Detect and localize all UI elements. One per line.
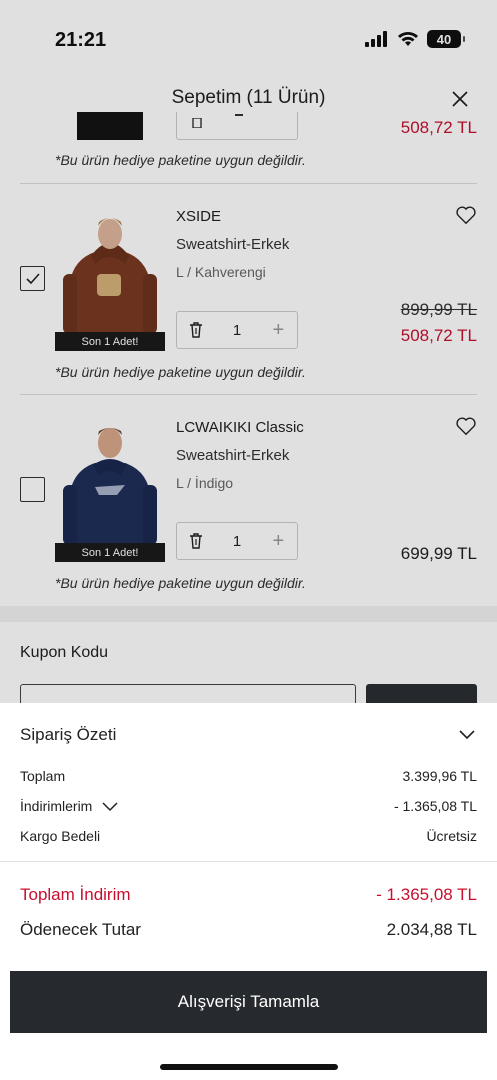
cart-item-list[interactable]: 508,72 TL *Bu ürün hediye paketine uygun… xyxy=(0,112,497,606)
trash-icon[interactable] xyxy=(177,322,214,338)
summary-title[interactable]: Sipariş Özeti xyxy=(20,725,116,745)
increase-quantity-button[interactable]: + xyxy=(260,319,297,342)
coupon-section: Kupon Kodu xyxy=(0,622,497,714)
item-checkbox[interactable] xyxy=(20,477,45,502)
increase-quantity-button[interactable]: + xyxy=(260,530,297,553)
shipping-label: Kargo Bedeli xyxy=(20,828,101,844)
item-price: 699,99 TL xyxy=(400,544,477,563)
order-summary-sheet: Sipariş Özeti Toplam 3.399,96 TL İndirim… xyxy=(0,703,497,1080)
quantity-value: 1 xyxy=(232,321,242,339)
total-value: 3.399,96 TL xyxy=(402,768,477,784)
divider xyxy=(20,394,477,395)
wifi-icon xyxy=(398,32,418,46)
gift-note: *Bu ürün hediye paketine uygun değildir. xyxy=(55,152,306,168)
cart-panel: 21:21 40 Sepetim (11 Ürün) 508,72 TL *Bu… xyxy=(0,0,497,714)
chevron-down-icon[interactable] xyxy=(457,725,477,745)
item-checkbox[interactable] xyxy=(20,266,45,291)
favorite-heart-icon[interactable] xyxy=(455,204,477,226)
payable-value: 2.034,88 TL xyxy=(386,920,477,939)
product-brand[interactable]: LCWAIKIKI Classic xyxy=(176,419,304,436)
status-icons: 40 xyxy=(365,30,465,48)
total-label: Toplam xyxy=(20,768,66,784)
coupon-label: Kupon Kodu xyxy=(20,644,109,661)
product-brand[interactable]: XSIDE xyxy=(176,208,221,225)
discounts-value: - 1.365,08 TL xyxy=(393,798,477,814)
shipping-value: Ücretsiz xyxy=(426,828,477,844)
trash-icon[interactable] xyxy=(190,118,204,128)
discounts-label: İndirimlerim xyxy=(20,798,93,814)
close-icon[interactable] xyxy=(447,86,473,112)
total-discount-label: Toplam İndirim xyxy=(20,885,131,904)
quantity-stepper: 1 + xyxy=(176,311,298,349)
product-image[interactable]: Son 1 Adet! xyxy=(55,415,165,562)
trash-icon[interactable] xyxy=(177,533,214,549)
battery-icon: 40 xyxy=(427,30,465,48)
stock-badge: Son 1 Adet! xyxy=(55,543,165,562)
chevron-down-icon xyxy=(102,802,118,812)
gift-note: *Bu ürün hediye paketine uygun değildir. xyxy=(55,575,306,591)
item-new-price: 508,72 TL xyxy=(400,118,477,137)
battery-level: 40 xyxy=(436,31,452,47)
complete-purchase-button[interactable]: Alışverişi Tamamla xyxy=(10,971,487,1033)
cart-item: Son 1 Adet! LCWAIKIKI Classic Sweatshirt… xyxy=(0,415,497,606)
item-new-price: 508,72 TL xyxy=(400,326,477,345)
quantity-value: 1 xyxy=(232,532,242,550)
quantity-stepper: 1 + xyxy=(176,522,298,560)
total-discount-value: - 1.365,08 TL xyxy=(376,885,477,904)
product-image[interactable]: Son 1 Adet! xyxy=(55,204,165,351)
stock-badge: Son 1 Adet! xyxy=(55,332,165,351)
item-old-price: 899,99 TL xyxy=(400,300,477,319)
product-type: Sweatshirt-Erkek xyxy=(176,236,290,253)
product-variant: L / Kahverengi xyxy=(176,264,266,280)
home-indicator[interactable] xyxy=(160,1064,338,1070)
status-bar: 21:21 40 xyxy=(0,0,497,80)
payable-label: Ödenecek Tutar xyxy=(20,920,141,939)
product-image-partial[interactable] xyxy=(55,112,165,140)
favorite-heart-icon[interactable] xyxy=(455,415,477,437)
checkmark-icon xyxy=(25,272,40,284)
status-time: 21:21 xyxy=(55,29,107,51)
cart-item: Son 1 Adet! XSIDE Sweatshirt-Erkek L / K… xyxy=(0,204,497,414)
divider xyxy=(20,183,477,184)
signal-icon xyxy=(365,31,387,47)
product-variant: L / İndigo xyxy=(176,475,234,491)
divider xyxy=(0,861,497,862)
section-separator xyxy=(0,606,497,622)
gift-note: *Bu ürün hediye paketine uygun değildir. xyxy=(55,364,306,380)
quantity-stepper-partial[interactable] xyxy=(176,112,298,140)
page-title: Sepetim (11 Ürün) xyxy=(171,87,326,108)
discounts-toggle[interactable]: İndirimlerim xyxy=(20,798,118,814)
product-type: Sweatshirt-Erkek xyxy=(176,447,290,464)
